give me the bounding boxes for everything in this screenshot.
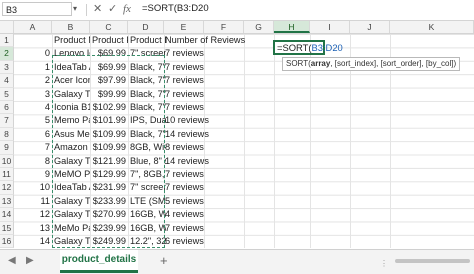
- row-header[interactable]: 8: [0, 127, 14, 142]
- column-header[interactable]: J: [350, 21, 390, 33]
- formula-bar: B3 ▾ ✕ ✓ fx =SORT(B3:D20: [0, 0, 474, 21]
- table-cell[interactable]: 9: [16, 168, 50, 181]
- row-header[interactable]: 9: [0, 141, 14, 155]
- column-header[interactable]: B: [52, 21, 90, 33]
- header-cell[interactable]: Number of Reviews: [165, 34, 245, 47]
- table-cell[interactable]: 4: [16, 101, 50, 114]
- scroll-right-icon[interactable]: ▶: [26, 255, 34, 266]
- table-cell[interactable]: 0: [16, 47, 50, 60]
- table-cell[interactable]: 7 reviews: [165, 168, 245, 181]
- row-header[interactable]: 4: [0, 74, 14, 88]
- header-cell[interactable]: Product D: [130, 34, 166, 47]
- row-header[interactable]: 15: [0, 221, 14, 235]
- table-cell[interactable]: 7 reviews: [165, 101, 245, 114]
- row-header[interactable]: 1: [0, 34, 14, 48]
- table-cell[interactable]: 8: [16, 155, 50, 168]
- table-cell[interactable]: 13: [16, 222, 50, 235]
- table-cell[interactable]: 14 reviews: [165, 155, 245, 168]
- active-cell-formula: =SORT(B3:D20: [277, 42, 343, 53]
- row-header[interactable]: 13: [0, 194, 14, 209]
- table-cell[interactable]: 8 reviews: [165, 141, 245, 154]
- select-all-corner[interactable]: [0, 21, 14, 33]
- column-header[interactable]: K: [390, 21, 474, 33]
- column-header[interactable]: F: [204, 21, 244, 33]
- more-icon: ⋮: [380, 259, 388, 268]
- header-cell[interactable]: Product N: [54, 34, 90, 47]
- scroll-thumb[interactable]: [395, 259, 470, 263]
- formula-input[interactable]: =SORT(B3:D20: [142, 2, 470, 16]
- column-header[interactable]: I: [310, 21, 350, 33]
- table-cell[interactable]: 7: [16, 141, 50, 154]
- table-cell[interactable]: 12: [16, 208, 50, 221]
- row-header[interactable]: 7: [0, 114, 14, 128]
- table-cell[interactable]: 1: [16, 61, 50, 74]
- table-cell[interactable]: 11: [16, 195, 50, 208]
- row-header[interactable]: 16: [0, 235, 14, 249]
- table-cell[interactable]: 14: [16, 235, 50, 248]
- enter-icon[interactable]: ✓: [108, 2, 117, 16]
- header-cell[interactable]: Product Pr: [92, 34, 128, 47]
- column-header[interactable]: E: [164, 21, 204, 33]
- table-cell[interactable]: 6: [16, 128, 50, 141]
- table-cell[interactable]: 10 reviews: [165, 114, 245, 127]
- row-header[interactable]: 2: [0, 47, 14, 61]
- column-header[interactable]: G: [244, 21, 274, 33]
- row-header[interactable]: 5: [0, 87, 14, 101]
- row-header[interactable]: 14: [0, 208, 14, 222]
- function-tooltip[interactable]: SORT(array, [sort_index], [sort_order], …: [282, 57, 461, 71]
- sheet-tab-bar: ◀ ▶ product_details + ⋮: [0, 249, 474, 274]
- row-header[interactable]: 12: [0, 181, 14, 195]
- column-header[interactable]: A: [14, 21, 52, 33]
- column-header[interactable]: C: [90, 21, 128, 33]
- horizontal-scrollbar[interactable]: ⋮: [180, 258, 470, 268]
- table-cell[interactable]: 7 reviews: [165, 61, 245, 74]
- divider: [86, 4, 87, 16]
- cancel-icon[interactable]: ✕: [93, 2, 102, 16]
- table-cell[interactable]: 5 reviews: [165, 195, 245, 208]
- sheet-tab-product-details[interactable]: product_details: [60, 250, 138, 273]
- column-headers: A B C D E F G H I J K: [0, 21, 474, 34]
- table-cell[interactable]: 2: [16, 74, 50, 87]
- table-cell[interactable]: 10: [16, 181, 50, 194]
- add-sheet-button[interactable]: +: [160, 253, 168, 268]
- chevron-down-icon[interactable]: ▾: [73, 4, 77, 13]
- table-cell[interactable]: 5: [16, 114, 50, 127]
- table-cell[interactable]: 3: [16, 88, 50, 101]
- table-cell[interactable]: 14 reviews: [165, 128, 245, 141]
- table-cell[interactable]: 7 reviews: [165, 47, 245, 60]
- row-header[interactable]: 10: [0, 154, 14, 168]
- insert-function-icon[interactable]: fx: [123, 2, 131, 16]
- column-header[interactable]: D: [128, 21, 164, 33]
- scroll-left-icon[interactable]: ◀: [8, 255, 16, 266]
- table-cell[interactable]: 6 reviews: [165, 235, 245, 248]
- row-header[interactable]: 6: [0, 101, 14, 115]
- table-cell[interactable]: 7 reviews: [165, 222, 245, 235]
- table-cell[interactable]: 7 reviews: [165, 181, 245, 194]
- table-cell[interactable]: 7 reviews: [165, 88, 245, 101]
- reference-range-highlight: [52, 55, 165, 248]
- table-cell[interactable]: 4 reviews: [165, 208, 245, 221]
- name-box[interactable]: B3: [2, 2, 72, 16]
- row-header[interactable]: 11: [0, 168, 14, 182]
- table-cell[interactable]: 7 reviews: [165, 74, 245, 87]
- column-header[interactable]: H: [274, 21, 310, 33]
- row-header[interactable]: 3: [0, 60, 14, 75]
